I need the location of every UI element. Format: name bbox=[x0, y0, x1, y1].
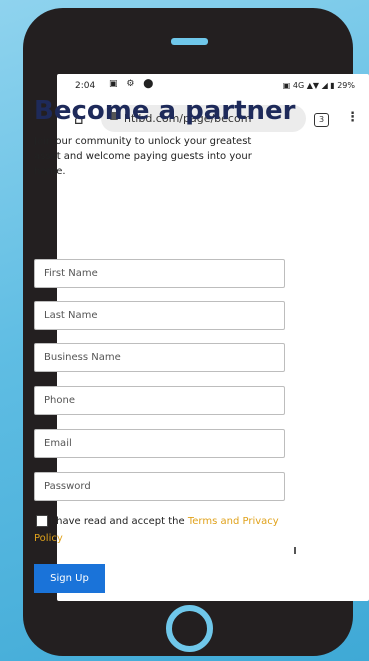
notification-icons: ▣ ⚙ ⬤ bbox=[109, 79, 157, 89]
page-subtitle: Join our community to unlock your greate… bbox=[34, 136, 252, 177]
agree-text: I have read and accept the bbox=[50, 516, 188, 527]
password-field[interactable] bbox=[34, 472, 285, 501]
phone-field[interactable] bbox=[34, 386, 285, 415]
first-name-field[interactable] bbox=[34, 259, 285, 288]
sign-up-button[interactable]: Sign Up bbox=[34, 564, 105, 593]
more-menu-icon[interactable]: ⋮ bbox=[346, 110, 359, 125]
home-button[interactable] bbox=[166, 605, 213, 652]
business-name-field[interactable] bbox=[34, 343, 285, 372]
phone-speaker bbox=[171, 38, 208, 45]
scroll-indicator bbox=[294, 547, 296, 554]
tab-switcher-icon[interactable]: 3 bbox=[314, 113, 329, 127]
status-bar: 2:04 ▣ ⚙ ⬤ ▣ 4G ▲▼ ◢ ▮ 29% bbox=[57, 74, 369, 98]
email-field[interactable] bbox=[34, 429, 285, 458]
page-title: Become a partner bbox=[34, 96, 296, 126]
terms-agreement: I have read and accept the Terms and Pri… bbox=[34, 513, 284, 547]
status-time: 2:04 bbox=[75, 81, 96, 91]
last-name-field[interactable] bbox=[34, 301, 285, 330]
signal-battery-indicator: ▣ 4G ▲▼ ◢ ▮ 29% bbox=[282, 81, 355, 90]
